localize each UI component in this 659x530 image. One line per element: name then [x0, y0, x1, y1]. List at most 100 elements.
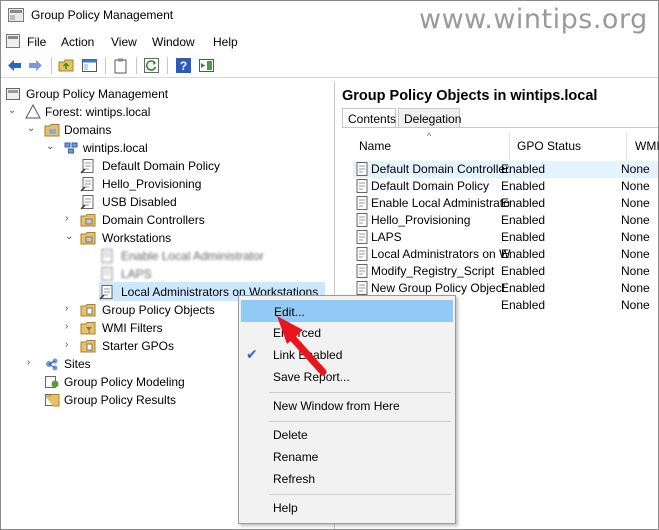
column-divider[interactable]: [509, 133, 510, 159]
chevron-right-icon[interactable]: ›: [65, 213, 75, 225]
tree-node-usb-disabled[interactable]: USB Disabled: [5, 193, 325, 211]
gpo-icon: [356, 162, 368, 176]
gpo-icon: [356, 213, 368, 227]
tree-label: Workstations: [102, 231, 172, 245]
cell-wmi: None: [621, 196, 650, 210]
chevron-right-icon[interactable]: ›: [27, 357, 37, 369]
tab-delegation[interactable]: Delegation: [398, 108, 461, 128]
column-header-gpo-status[interactable]: GPO Status: [517, 139, 581, 153]
tree-node-domain-controllers[interactable]: › Domain Controllers: [5, 211, 325, 229]
toolbar-separator: [105, 57, 106, 74]
menu-separator: [269, 494, 451, 495]
red-pointer-arrow-icon: [277, 316, 327, 376]
cell-gpo-status: Enabled: [501, 281, 546, 295]
system-menu-icon[interactable]: [6, 34, 20, 48]
svg-text:?: ?: [180, 59, 187, 73]
gpmc-app-icon: [8, 8, 24, 22]
chevron-down-icon[interactable]: ⌄: [65, 231, 75, 243]
tree-label: Group Policy Management: [26, 87, 169, 101]
clipboard-icon[interactable]: [112, 57, 129, 74]
table-row[interactable]: Local Administrators on W... Enabled None: [353, 246, 658, 263]
menu-item-label: New Window from Here: [273, 399, 400, 413]
forward-arrow-icon[interactable]: [27, 57, 44, 74]
gpo-icon: [356, 264, 368, 278]
chevron-right-icon[interactable]: ›: [65, 339, 75, 351]
table-row[interactable]: Default Domain Controller... Enabled None: [353, 161, 658, 178]
table-row[interactable]: Enable Local Administrator Enabled None: [353, 195, 658, 212]
cell-wmi: None: [621, 179, 650, 193]
gpmc-window: Group Policy Management www.wintips.org …: [0, 0, 659, 530]
cell-name: Hello_Provisioning: [371, 213, 471, 227]
tree-node-hello-provisioning[interactable]: Hello_Provisioning: [5, 175, 325, 193]
gpo-folder-icon: [80, 304, 96, 317]
tree-node-domain-wintips[interactable]: ⌄ wintips.local: [5, 139, 325, 157]
modeling-icon: [45, 376, 59, 388]
menu-item-label: Refresh: [273, 472, 316, 486]
up-folder-icon[interactable]: [58, 57, 75, 74]
menu-item-label: Help: [273, 501, 298, 515]
column-divider[interactable]: [626, 133, 627, 159]
chevron-down-icon[interactable]: ⌄: [27, 123, 37, 135]
chevron-down-icon[interactable]: ⌄: [8, 105, 18, 117]
column-header-name[interactable]: Name: [359, 139, 391, 153]
domain-icon: [64, 142, 78, 154]
tree-label: Default Domain Policy: [102, 159, 221, 173]
refresh-icon[interactable]: [143, 57, 160, 74]
menu-item-help[interactable]: Help: [241, 497, 453, 519]
title-bar: Group Policy Management www.wintips.org: [1, 1, 658, 35]
menu-item-label: Delete: [273, 428, 308, 442]
sort-ascending-icon: ^: [427, 131, 432, 141]
cell-name: Default Domain Policy: [371, 179, 490, 193]
tree-node-forest[interactable]: ⌄ Forest: wintips.local: [5, 103, 325, 121]
domains-folder-icon: [44, 124, 60, 137]
cell-wmi: None: [621, 230, 650, 244]
chevron-right-icon[interactable]: ›: [65, 303, 75, 315]
tree-node-default-domain-policy[interactable]: Default Domain Policy: [5, 157, 325, 175]
cell-gpo-status: Enabled: [501, 196, 546, 210]
tree-node-gpm-root[interactable]: Group Policy Management: [5, 85, 325, 103]
menu-item-new-window[interactable]: New Window from Here: [241, 395, 453, 417]
tree-label: wintips.local: [83, 141, 148, 155]
gpm-icon: [6, 88, 20, 100]
tree-node-enable-local-admin[interactable]: Enable Local Administrator: [5, 247, 325, 265]
tree-label: USB Disabled: [102, 195, 177, 209]
menu-item-refresh[interactable]: Refresh: [241, 468, 453, 490]
show-action-pane-icon[interactable]: [198, 57, 215, 74]
column-header-wmi[interactable]: WMI: [635, 139, 659, 153]
tree-node-workstations[interactable]: ⌄ Workstations: [5, 229, 325, 247]
gpo-link-icon: [99, 285, 113, 300]
back-arrow-icon[interactable]: [6, 57, 23, 74]
menu-window[interactable]: Window: [152, 35, 195, 49]
console-tree-icon[interactable]: [81, 57, 98, 74]
cell-gpo-status: Enabled: [501, 298, 546, 312]
table-row[interactable]: LAPS Enabled None: [353, 229, 658, 246]
help-icon[interactable]: ?: [175, 57, 192, 74]
menu-item-label: Rename: [273, 450, 319, 464]
tree-node-domains[interactable]: ⌄ Domains: [5, 121, 325, 139]
chevron-down-icon[interactable]: ⌄: [46, 141, 56, 153]
menu-view[interactable]: View: [111, 35, 137, 49]
cell-gpo-status: Enabled: [501, 230, 546, 244]
menu-item-rename[interactable]: Rename: [241, 446, 453, 468]
sites-icon: [46, 358, 58, 371]
cell-gpo-status: Enabled: [501, 179, 546, 193]
menu-help[interactable]: Help: [213, 35, 238, 49]
menu-action[interactable]: Action: [61, 35, 94, 49]
tree-label: Enable Local Administrator: [121, 249, 264, 263]
chevron-right-icon[interactable]: ›: [65, 321, 75, 333]
tab-contents[interactable]: Contents: [342, 108, 396, 128]
gpo-icon: [356, 196, 368, 210]
menu-item-delete[interactable]: Delete: [241, 424, 453, 446]
menu-separator: [269, 421, 451, 422]
cell-name: New Group Policy Object: [371, 281, 506, 295]
table-row[interactable]: Hello_Provisioning Enabled None: [353, 212, 658, 229]
table-row[interactable]: Modify_Registry_Script Enabled None: [353, 263, 658, 280]
tree-node-laps[interactable]: LAPS: [5, 265, 325, 283]
tree-label: WMI Filters: [102, 321, 163, 335]
cell-gpo-status: Enabled: [501, 247, 546, 261]
menu-file[interactable]: File: [27, 35, 46, 49]
cell-name: Local Administrators on W...: [371, 247, 511, 261]
table-row[interactable]: Default Domain Policy Enabled None: [353, 178, 658, 195]
gpo-icon: [356, 179, 368, 193]
toolbar-separator: [136, 57, 137, 74]
